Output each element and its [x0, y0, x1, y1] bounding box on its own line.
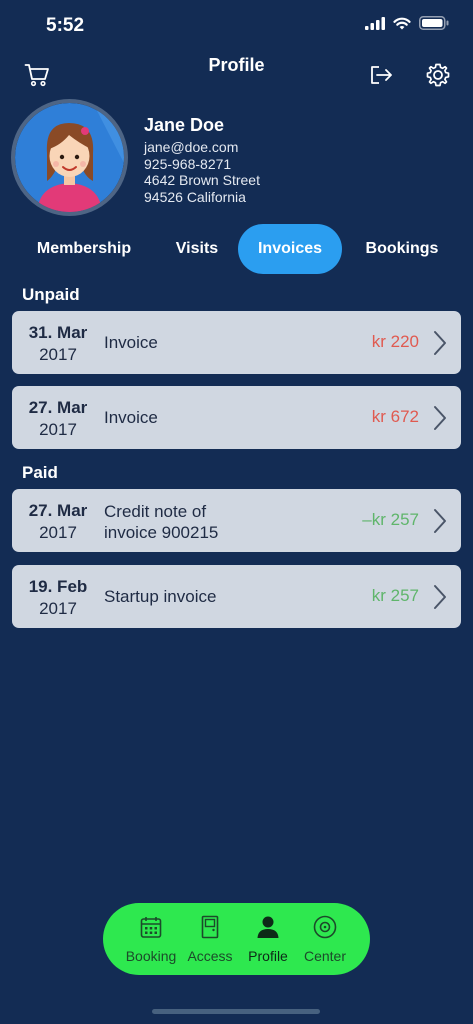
section-title-unpaid: Unpaid: [22, 285, 80, 304]
chevron-right-icon: [434, 406, 446, 430]
invoice-description: Startup invoice: [104, 587, 217, 606]
invoice-description: Invoice: [104, 333, 158, 352]
invoice-amount: kr 672: [371, 407, 419, 426]
logout-button[interactable]: [366, 60, 396, 90]
home-indicator: [152, 1009, 320, 1014]
tab-membership[interactable]: Membership: [22, 224, 146, 274]
nav-profile[interactable]: Profile: [238, 903, 298, 975]
signal-icon: [365, 16, 385, 30]
tab-bookings[interactable]: Bookings: [356, 224, 448, 274]
tab-visits[interactable]: Visits: [160, 224, 234, 274]
page-title: Profile: [208, 55, 265, 75]
invoice-row[interactable]: 27. Mar 2017 Invoice kr 672: [12, 386, 461, 449]
tab-invoices[interactable]: Invoices: [238, 224, 342, 274]
settings-button[interactable]: [423, 60, 453, 90]
status-bar: 5:52: [0, 0, 473, 50]
profile-info: Jane Doe jane@doe.com 925-968-8271 4642 …: [144, 115, 260, 205]
invoice-description-line1: Credit note of: [104, 502, 207, 521]
avatar[interactable]: [11, 99, 128, 216]
chevron-right-icon: [434, 509, 446, 533]
profile-phone: 925-968-8271: [144, 155, 232, 172]
invoice-description: Invoice: [104, 408, 158, 427]
invoice-day: 27. Mar: [28, 398, 88, 417]
invoice-row[interactable]: 19. Feb 2017 Startup invoice kr 257: [12, 565, 461, 628]
invoice-amount: –kr 257: [362, 510, 419, 529]
status-time: 5:52: [46, 15, 85, 36]
invoice-description: Credit note of invoice 900215: [104, 501, 218, 543]
invoice-amount: kr 257: [371, 586, 419, 605]
invoice-amount: kr 220: [371, 332, 419, 351]
profile-email: jane@doe.com: [144, 139, 239, 155]
invoice-year: 2017: [39, 523, 77, 542]
profile-street: 4642 Brown Street: [144, 172, 260, 188]
status-icons: [365, 16, 449, 30]
avatar-image: [15, 103, 124, 212]
invoice-description-line2: invoice 900215: [104, 523, 219, 542]
user-avatar-icon: [15, 103, 124, 212]
invoice-row[interactable]: 31. Mar 2017 Invoice kr 220: [12, 311, 461, 374]
invoice-day: 19. Feb: [28, 577, 88, 596]
nav-label: Access: [187, 948, 233, 964]
logout-icon: [371, 66, 392, 84]
invoice-day: 31. Mar: [28, 323, 88, 342]
target-icon: [313, 915, 337, 939]
invoice-year: 2017: [39, 420, 77, 439]
nav-label: Booking: [125, 948, 177, 964]
tab-bar: Membership Visits Invoices Bookings: [0, 224, 473, 274]
profile-city: 94526 California: [144, 188, 246, 205]
nav-access[interactable]: Access: [180, 903, 240, 975]
section-title-paid: Paid: [22, 463, 58, 482]
door-icon: [201, 915, 219, 939]
chevron-right-icon: [434, 585, 446, 609]
invoice-year: 2017: [39, 345, 77, 364]
nav-label: Center: [303, 948, 347, 964]
person-icon: [257, 916, 279, 938]
nav-center[interactable]: Center: [295, 903, 355, 975]
invoice-row[interactable]: 27. Mar 2017 Credit note of invoice 9002…: [12, 489, 461, 552]
nav-label: Profile: [248, 948, 288, 964]
calendar-icon: [140, 917, 162, 938]
bottom-nav: Booking Access Profile Center: [103, 903, 370, 975]
invoice-day: 27. Mar: [28, 501, 88, 520]
header: Profile: [0, 50, 473, 100]
wifi-icon: [393, 17, 411, 29]
chevron-right-icon: [434, 331, 446, 355]
invoice-year: 2017: [39, 599, 77, 618]
gear-icon: [426, 63, 450, 87]
battery-icon: [419, 16, 449, 30]
nav-booking[interactable]: Booking: [121, 903, 181, 975]
profile-name: Jane Doe: [144, 115, 225, 135]
